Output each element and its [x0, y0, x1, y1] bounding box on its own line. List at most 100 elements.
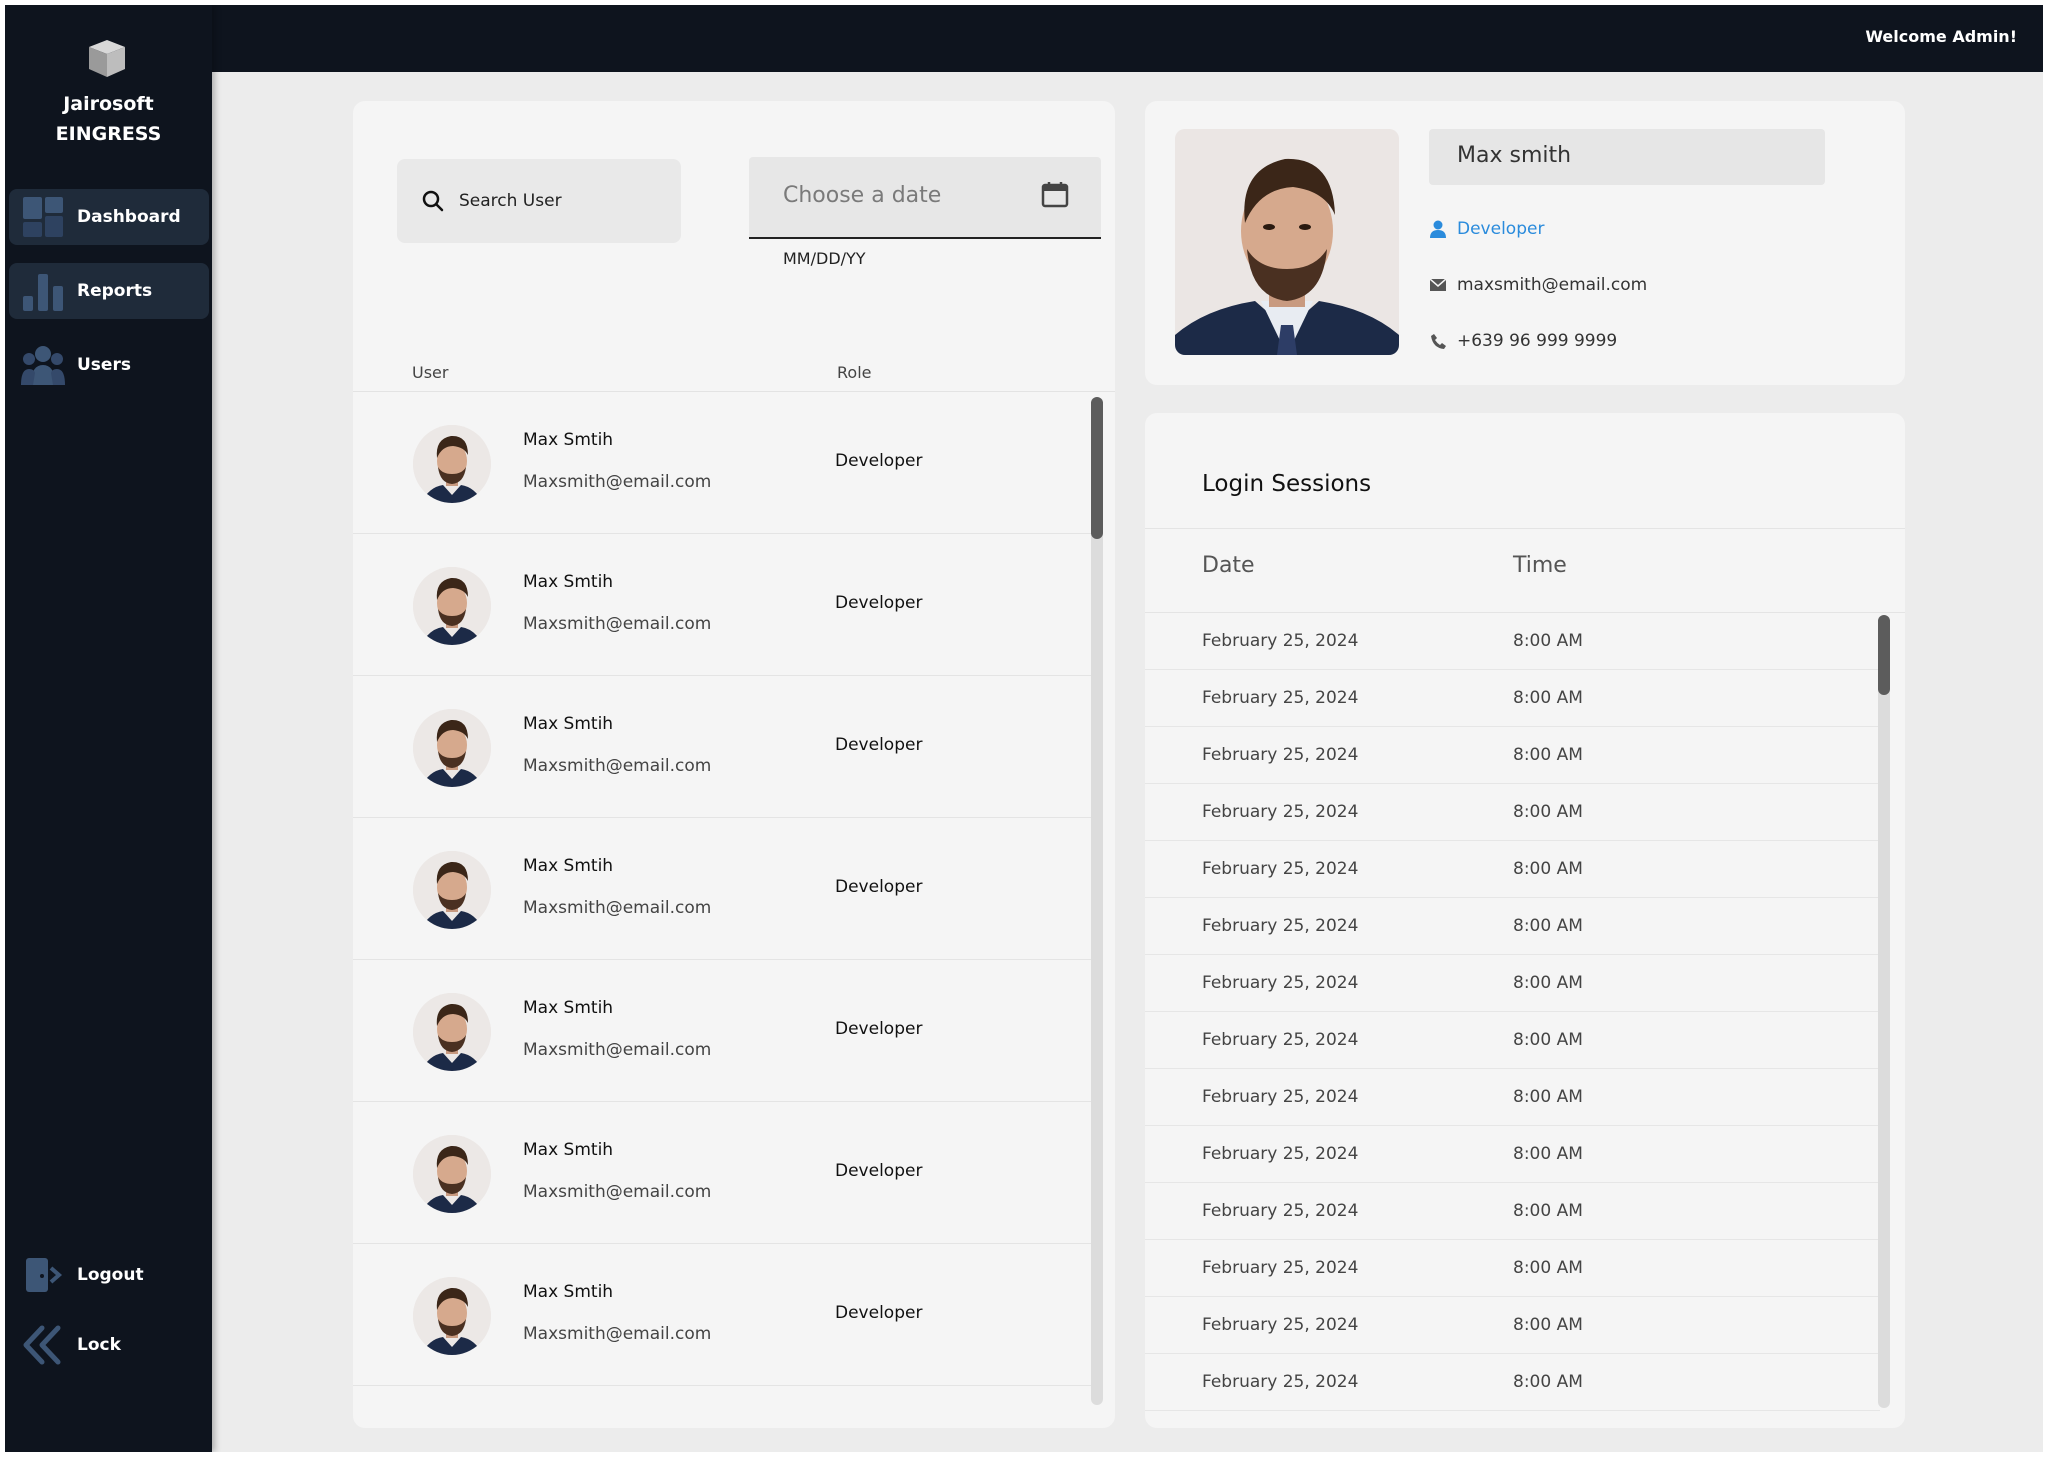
- session-date: February 25, 2024: [1202, 631, 1359, 651]
- scrollbar-thumb[interactable]: [1091, 397, 1103, 539]
- session-row: February 25, 2024 8:00 AM: [1145, 727, 1880, 784]
- welcome-message: Welcome Admin!: [1865, 27, 2017, 46]
- lock-button[interactable]: Lock: [9, 1320, 209, 1370]
- session-time: 8:00 AM: [1513, 973, 1583, 993]
- session-time: 8:00 AM: [1513, 916, 1583, 936]
- mail-icon: [1429, 276, 1447, 294]
- sidebar-item-users[interactable]: Users: [9, 337, 209, 393]
- sidebar-item-dashboard[interactable]: Dashboard: [9, 189, 209, 245]
- login-sessions-title: Login Sessions: [1202, 471, 1372, 497]
- calendar-icon[interactable]: [1041, 181, 1069, 209]
- session-time: 8:00 AM: [1513, 745, 1583, 765]
- user-role: Developer: [835, 1019, 923, 1039]
- table-row[interactable]: Max Smtih Maxsmith@email.com Developer: [353, 1102, 1095, 1244]
- logout-icon: [21, 1253, 65, 1297]
- session-row: February 25, 2024 8:00 AM: [1145, 955, 1880, 1012]
- lock-label: Lock: [77, 1335, 121, 1355]
- session-time: 8:00 AM: [1513, 1315, 1583, 1335]
- user-name: Max Smtih: [523, 714, 614, 734]
- profile-photo: [1175, 129, 1399, 355]
- user-name: Max Smtih: [523, 430, 614, 450]
- brand-name: Jairosoft EINGRESS: [5, 89, 212, 149]
- table-row[interactable]: Max Smtih Maxsmith@email.com Developer: [353, 534, 1095, 676]
- session-row: February 25, 2024 8:00 AM: [1145, 841, 1880, 898]
- date-format-hint: MM/DD/YY: [783, 249, 866, 268]
- session-date: February 25, 2024: [1202, 1372, 1359, 1392]
- user-role: Developer: [835, 593, 923, 613]
- user-name: Max Smtih: [523, 572, 614, 592]
- session-time: 8:00 AM: [1513, 1144, 1583, 1164]
- session-date: February 25, 2024: [1202, 1030, 1359, 1050]
- session-date: February 25, 2024: [1202, 973, 1359, 993]
- sidebar-item-label: Dashboard: [77, 207, 181, 227]
- app-window: Welcome Admin! Jairosoft EINGRESS Dashbo…: [5, 5, 2043, 1452]
- session-time: 8:00 AM: [1513, 802, 1583, 822]
- session-time: 8:00 AM: [1513, 1030, 1583, 1050]
- session-time: 8:00 AM: [1513, 859, 1583, 879]
- scrollbar-thumb[interactable]: [1878, 615, 1890, 695]
- table-row[interactable]: Max Smtih Maxsmith@email.com Developer: [353, 1244, 1095, 1386]
- avatar: [413, 425, 491, 503]
- table-row[interactable]: Max Smtih Maxsmith@email.com Developer: [353, 960, 1095, 1102]
- date-placeholder: Choose a date: [783, 183, 942, 208]
- table-row[interactable]: Max Smtih Maxsmith@email.com Developer: [353, 676, 1095, 818]
- profile-email: maxsmith@email.com: [1429, 275, 1647, 295]
- avatar: [413, 993, 491, 1071]
- user-name: Max Smtih: [523, 998, 614, 1018]
- column-header-time: Time: [1513, 553, 1567, 578]
- brand-line-1: Jairosoft: [63, 93, 154, 115]
- search-user-label: Search User: [459, 191, 562, 211]
- session-row: February 25, 2024 8:00 AM: [1145, 1354, 1880, 1411]
- column-header-role: Role: [837, 363, 872, 382]
- login-sessions-panel: Login Sessions Date Time February 25, 20…: [1145, 413, 1905, 1428]
- session-date: February 25, 2024: [1202, 1201, 1359, 1221]
- table-row[interactable]: Max Smtih Maxsmith@email.com Developer: [353, 392, 1095, 534]
- profile-role-text: Developer: [1457, 219, 1545, 239]
- brand-line-2: EINGRESS: [55, 123, 162, 145]
- avatar: [413, 567, 491, 645]
- profile-role: Developer: [1429, 219, 1544, 239]
- table-row[interactable]: Max Smtih Maxsmith@email.com Developer: [353, 818, 1095, 960]
- user-email: Maxsmith@email.com: [523, 898, 712, 918]
- user-profile-panel: Max smith Developer maxsmith@email.com +…: [1145, 101, 1905, 385]
- reports-icon: [21, 269, 65, 313]
- divider: [1145, 528, 1905, 529]
- sidebar-item-label: Users: [77, 355, 131, 375]
- search-icon: [422, 190, 444, 212]
- user-role: Developer: [835, 451, 923, 471]
- users-icon: [21, 343, 65, 387]
- session-date: February 25, 2024: [1202, 1315, 1359, 1335]
- sidebar-item-label: Reports: [77, 281, 153, 301]
- user-email: Maxsmith@email.com: [523, 1324, 712, 1344]
- profile-email-text: maxsmith@email.com: [1457, 275, 1648, 295]
- session-row: February 25, 2024 8:00 AM: [1145, 1183, 1880, 1240]
- session-date: February 25, 2024: [1202, 916, 1359, 936]
- sidebar-item-reports[interactable]: Reports: [9, 263, 209, 319]
- session-date: February 25, 2024: [1202, 859, 1359, 879]
- date-picker-input[interactable]: Choose a date: [749, 157, 1101, 239]
- logout-button[interactable]: Logout: [9, 1250, 209, 1300]
- profile-phone-text: +639 96 999 9999: [1457, 331, 1618, 351]
- user-email: Maxsmith@email.com: [523, 614, 712, 634]
- user-list-panel: Search User Choose a date MM/DD/YY User …: [353, 101, 1115, 1428]
- session-date: February 25, 2024: [1202, 1144, 1359, 1164]
- profile-name-field: Max smith: [1429, 129, 1825, 185]
- dashboard-icon: [21, 195, 65, 239]
- session-row: February 25, 2024 8:00 AM: [1145, 1126, 1880, 1183]
- user-list-scrollbar[interactable]: [1091, 397, 1103, 1405]
- sessions-scrollbar[interactable]: [1878, 615, 1890, 1408]
- session-time: 8:00 AM: [1513, 1372, 1583, 1392]
- avatar: [413, 1277, 491, 1355]
- session-time: 8:00 AM: [1513, 688, 1583, 708]
- session-date: February 25, 2024: [1202, 745, 1359, 765]
- session-row: February 25, 2024 8:00 AM: [1145, 1069, 1880, 1126]
- user-name: Max Smtih: [523, 1282, 614, 1302]
- avatar: [413, 1135, 491, 1213]
- user-role: Developer: [835, 735, 923, 755]
- session-time: 8:00 AM: [1513, 631, 1583, 651]
- session-date: February 25, 2024: [1202, 1258, 1359, 1278]
- session-row: February 25, 2024 8:00 AM: [1145, 1012, 1880, 1069]
- user-name: Max Smtih: [523, 1140, 614, 1160]
- search-user-input[interactable]: Search User: [397, 159, 681, 243]
- lock-icon: [21, 1323, 65, 1367]
